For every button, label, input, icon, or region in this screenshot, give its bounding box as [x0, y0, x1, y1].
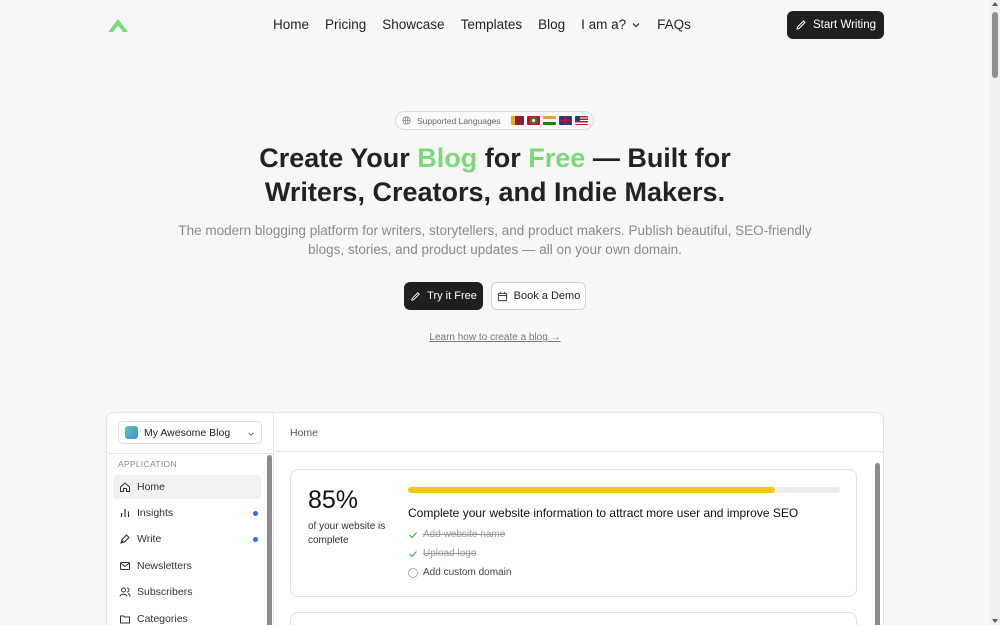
sidebar-item-label: Insights	[137, 507, 174, 519]
check-icon	[409, 550, 417, 557]
blog-name: My Awesome Blog	[144, 426, 231, 439]
progress-title: Complete your website information to att…	[408, 506, 799, 520]
nav-faqs[interactable]: FAQs	[657, 17, 691, 32]
nav-i-am-a-dropdown[interactable]: I am a?	[581, 17, 641, 32]
headline-highlight-blog: Blog	[417, 143, 478, 173]
users-icon	[119, 587, 131, 597]
notification-dot	[253, 537, 258, 542]
website-progress-card: 85% of your website is complete Complete…	[290, 469, 857, 597]
hero-subtext-line-1: The modern blogging platform for writers…	[178, 223, 812, 238]
folder-icon	[120, 615, 130, 624]
main-scroll-thumb[interactable]	[875, 463, 880, 625]
sidebar-item-insights[interactable]: Insights	[113, 501, 261, 525]
start-writing-button[interactable]: Start Writing	[787, 11, 884, 39]
section-label: APPLICATION	[118, 459, 177, 469]
us-flag-icon	[574, 116, 588, 125]
sidebar-item-label: Categories	[137, 613, 188, 625]
sidebar-item-categories[interactable]: Categories	[113, 607, 261, 625]
sidebar-item-label: Subscribers	[137, 586, 193, 598]
supported-languages-label: Supported Languages	[417, 115, 501, 126]
supported-languages-pill: Supported Languages	[395, 111, 594, 130]
nav-pricing[interactable]: Pricing	[325, 17, 366, 32]
headline-text: for	[477, 143, 529, 173]
book-a-demo-button[interactable]: Book a Demo	[491, 282, 586, 310]
book-a-demo-label: Book a Demo	[513, 290, 581, 302]
try-it-free-label: Try it Free	[427, 290, 477, 302]
blog-logo-icon	[125, 426, 138, 439]
pencil-icon	[796, 20, 806, 30]
headline-text: Create Your	[259, 143, 418, 173]
nav-links: Home Pricing Showcase Templates Blog I a…	[273, 17, 691, 32]
chevron-down-icon	[632, 22, 640, 27]
progress-bar	[408, 487, 840, 493]
breadcrumb: Home	[274, 413, 883, 452]
sidebar-item-newsletters[interactable]: Newsletters	[113, 554, 261, 578]
progress-bar-fill	[408, 487, 776, 493]
hero-subtext-line-2: blogs, stories, and product updates — al…	[308, 242, 682, 257]
page-scroll-thumb[interactable]	[992, 12, 998, 78]
logo-icon[interactable]	[106, 15, 130, 35]
sidebar-item-label: Newsletters	[137, 560, 192, 572]
progress-description: of your website is complete	[308, 521, 386, 546]
sidebar-item-label: Home	[137, 481, 166, 493]
notification-dot	[253, 511, 258, 516]
progress-percent: 85%	[308, 486, 359, 514]
sidebar-item-subscribers[interactable]: Subscribers	[113, 580, 261, 604]
mail-icon	[120, 562, 130, 570]
nav-i-am-a-label: I am a?	[581, 17, 627, 32]
sri-lanka-flag-icon	[510, 116, 524, 125]
headline-highlight-free: Free	[528, 143, 586, 173]
nav-showcase[interactable]: Showcase	[382, 17, 444, 32]
page-scrollbar[interactable]	[990, 0, 1000, 625]
bar-chart-icon	[120, 509, 130, 517]
india-flag-icon	[542, 116, 556, 125]
sidebar-scroll-thumb[interactable]	[267, 455, 272, 625]
nav-templates[interactable]: Templates	[461, 17, 523, 32]
pencil-icon	[411, 291, 420, 301]
unchecked-circle-icon	[408, 567, 418, 578]
task-label: Add website name	[423, 529, 506, 540]
check-icon	[409, 531, 417, 538]
calendar-icon	[497, 291, 507, 301]
task-item[interactable]: Add custom domain	[408, 567, 511, 578]
home-icon	[120, 482, 130, 492]
globe-icon	[402, 116, 411, 125]
secondary-card	[290, 612, 857, 625]
app-preview: My Awesome Blog APPLICATION Home Insight…	[106, 412, 884, 625]
task-item[interactable]: Upload logo	[408, 548, 476, 559]
maldives-flag-icon	[526, 116, 540, 125]
nav-home[interactable]: Home	[273, 17, 309, 32]
divider	[107, 453, 274, 454]
sidebar-item-label: Write	[137, 533, 162, 545]
sidebar-item-write[interactable]: Write	[113, 527, 261, 551]
task-label: Upload logo	[423, 548, 477, 559]
nav-blog[interactable]: Blog	[538, 17, 565, 32]
hero-headline-line-2: Writers, Creators, and Indie Makers.	[264, 177, 726, 207]
start-writing-label: Start Writing	[812, 19, 877, 31]
task-item[interactable]: Add website name	[408, 529, 505, 540]
hero-headline-line-1: Create Your Blog for Free — Built for	[0, 141, 990, 175]
uk-flag-icon	[558, 116, 572, 125]
headline-text: — Built for	[585, 143, 731, 173]
flag-list	[510, 116, 588, 125]
blog-selector[interactable]: My Awesome Blog	[118, 421, 262, 444]
top-nav: Home Pricing Showcase Templates Blog I a…	[0, 0, 990, 50]
task-label: Add custom domain	[423, 567, 512, 578]
sidebar-item-home[interactable]: Home	[113, 475, 261, 499]
scroll-up-arrow-icon[interactable]	[992, 2, 998, 6]
app-sidebar: My Awesome Blog APPLICATION Home Insight…	[107, 413, 274, 625]
chevron-down-icon	[248, 432, 254, 436]
scroll-down-arrow-icon[interactable]	[992, 619, 998, 623]
pen-tool-icon	[120, 534, 130, 544]
try-it-free-button[interactable]: Try it Free	[404, 282, 483, 310]
learn-create-blog-link[interactable]: Learn how to create a blog →	[0, 332, 990, 343]
